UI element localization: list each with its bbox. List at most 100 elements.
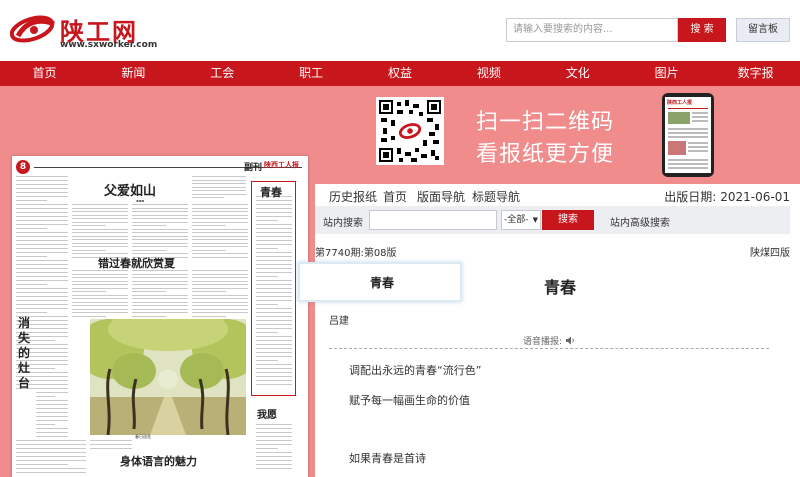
paper-print-line xyxy=(36,408,68,409)
nav-item-home[interactable]: 首页 xyxy=(0,61,89,86)
nav-item-video[interactable]: 视频 xyxy=(444,61,533,86)
paper-print-line xyxy=(16,200,48,201)
paper-print-line xyxy=(16,444,86,445)
paper-print-line xyxy=(36,320,68,321)
paper-print-line xyxy=(132,277,188,278)
paper-print-line xyxy=(16,452,86,453)
paper-photo[interactable] xyxy=(90,319,246,435)
paper-print-line xyxy=(16,188,68,189)
paper-print-line xyxy=(36,372,68,373)
paper-print-line xyxy=(36,376,68,377)
tab-layout-nav[interactable]: 版面导航 xyxy=(417,188,465,205)
banner-line-1: 扫一扫二维码 xyxy=(476,110,615,135)
paper-print-line xyxy=(192,246,248,247)
nav-item-digital-paper[interactable]: 数字报 xyxy=(711,61,800,86)
edition-link[interactable]: 陕煤四版 xyxy=(750,244,790,259)
inner-search-button[interactable]: 搜索 xyxy=(542,210,594,230)
nav-item-news[interactable]: 新闻 xyxy=(89,61,178,86)
voice-broadcast[interactable]: 语音播报: xyxy=(523,334,575,347)
paper-print-line xyxy=(72,312,128,313)
inner-search-input[interactable] xyxy=(369,210,497,230)
paper-print-line xyxy=(132,214,188,216)
tab-title-nav[interactable]: 标题导航 xyxy=(472,188,520,205)
hover-title-popup[interactable]: 青春 xyxy=(298,262,462,302)
paper-print-line xyxy=(192,214,248,216)
nav-item-rights[interactable]: 权益 xyxy=(356,61,445,86)
paper-print-line xyxy=(192,232,248,233)
site-search-input[interactable]: 请输入要搜索的内容... xyxy=(506,18,678,42)
paper-print-line xyxy=(192,277,248,278)
nav-item-workers[interactable]: 职工 xyxy=(267,61,356,86)
paper-print-line xyxy=(16,268,68,269)
paper-print-line xyxy=(256,452,292,453)
paper-print-line xyxy=(72,280,128,282)
inner-search-scope-value: -全部- xyxy=(504,215,529,225)
nav-item-pictures[interactable]: 图片 xyxy=(622,61,711,86)
paper-print-line xyxy=(132,298,188,299)
paper-print-line xyxy=(256,436,292,437)
tree-photo-icon xyxy=(90,319,246,435)
speaker-icon[interactable] xyxy=(565,336,575,345)
paper-print-line xyxy=(16,464,58,465)
paper-print-line xyxy=(16,220,68,221)
nav-item-culture[interactable]: 文化 xyxy=(533,61,622,86)
paper-print-line xyxy=(192,294,248,296)
paper-print-line xyxy=(192,176,246,177)
page-number-badge: 8 xyxy=(16,160,30,174)
message-board-button[interactable]: 留言板 xyxy=(736,18,790,42)
paper-print-line xyxy=(72,305,128,306)
paper-print-line xyxy=(36,380,68,381)
paper-print-line xyxy=(192,270,248,271)
article-paragraph-2: 赋予每一幅画生命的价值 xyxy=(349,394,470,407)
paper-print-line xyxy=(72,235,128,237)
paper-section-title: 副刊 xyxy=(244,163,263,173)
paper-print-line xyxy=(36,400,68,401)
paper-sidebar-title-1: 青春 xyxy=(260,186,282,199)
newspaper-page[interactable]: 8 副刊 陕西工人报 父爱如山 ▪▪▪ 错过春就欣赏夏 消失的灶台 春日迎花 身… xyxy=(12,156,308,477)
main-nav: 首页 新闻 工会 职工 权益 视频 文化 图片 数字报 xyxy=(0,61,800,86)
paper-print-line xyxy=(192,228,248,230)
paper-print-line xyxy=(256,424,292,425)
paper-print-line xyxy=(16,216,68,217)
paper-headline-3[interactable]: 身体语言的魅力 xyxy=(120,453,197,469)
paper-print-line xyxy=(192,179,246,181)
paper-print-line xyxy=(192,273,248,275)
inner-search-scope-select[interactable]: -全部- ▼ xyxy=(501,210,541,230)
paper-print-line xyxy=(192,242,248,244)
paper-print-line xyxy=(256,432,292,433)
paper-sidebar-title-2[interactable]: 我愿 xyxy=(257,406,277,421)
paper-highlighted-article[interactable]: 青春 xyxy=(251,181,296,396)
paper-print-line xyxy=(90,444,132,445)
hover-title-text: 青春 xyxy=(370,276,395,290)
tab-home[interactable]: 首页 xyxy=(383,188,407,205)
paper-print-line xyxy=(132,221,188,223)
paper-print-line xyxy=(16,304,68,305)
paper-headline-1[interactable]: 父爱如山 xyxy=(104,180,156,199)
paper-print-line xyxy=(72,225,106,226)
paper-print-line xyxy=(192,256,248,258)
paper-print-line xyxy=(256,428,292,429)
paper-print-line xyxy=(16,224,68,225)
phone-screen: 陕西工人报 xyxy=(665,97,711,173)
paper-print-line xyxy=(192,305,248,306)
paper-print-line xyxy=(132,294,188,296)
paper-print-line xyxy=(72,301,128,303)
paper-print-line xyxy=(16,252,68,253)
site-logo[interactable]: 陕工网 www.sxworker.com xyxy=(10,10,157,50)
site-search-button[interactable]: 搜 索 xyxy=(678,18,726,42)
advanced-search-link[interactable]: 站内高级搜索 xyxy=(610,214,670,229)
paper-print-line xyxy=(16,296,68,297)
paper-print-line xyxy=(36,424,56,425)
paper-print-line xyxy=(16,228,48,229)
paper-print-line xyxy=(72,204,128,205)
paper-print-line xyxy=(72,211,128,212)
paper-print-line xyxy=(36,388,68,389)
paper-vertical-title[interactable]: 消失的灶台 xyxy=(18,316,32,391)
paper-print-line xyxy=(192,239,248,240)
paper-print-line xyxy=(132,284,188,285)
paper-print-line xyxy=(192,225,226,226)
paper-headline-2[interactable]: 错过春就欣赏夏 xyxy=(98,255,175,271)
nav-item-union[interactable]: 工会 xyxy=(178,61,267,86)
tab-history-papers[interactable]: 历史报纸 xyxy=(329,188,377,205)
paper-print-line xyxy=(72,246,128,247)
